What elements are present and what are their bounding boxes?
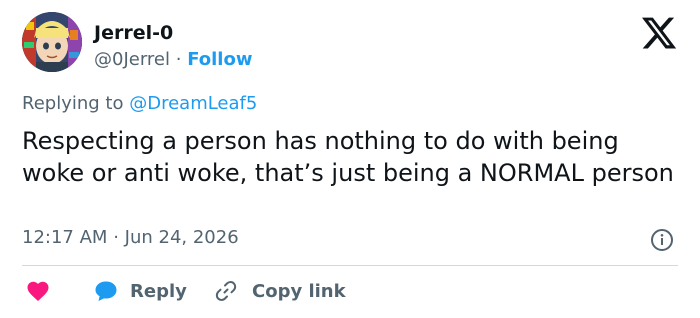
author-handle[interactable]: @0Jerrel — [94, 49, 170, 70]
replying-to-mention[interactable]: @DreamLeaf5 — [129, 93, 257, 114]
avatar[interactable] — [22, 12, 82, 72]
follow-button[interactable]: Follow — [187, 49, 252, 70]
reply-bubble-icon — [95, 281, 117, 301]
timestamp-separator: · — [113, 227, 119, 248]
author-handle-row: @0Jerrel · Follow — [94, 49, 252, 70]
reply-label: Reply — [130, 280, 187, 302]
tweet-text: Respecting a person has nothing to do wi… — [22, 127, 674, 187]
replying-to: Replying to @DreamLeaf5 — [22, 93, 257, 114]
avatar-image — [22, 12, 82, 72]
tweet-date: Jun 24, 2026 — [124, 227, 239, 248]
heart-icon[interactable] — [26, 280, 50, 302]
copy-link-label: Copy link — [252, 280, 346, 302]
copy-link-button[interactable]: Copy link — [214, 276, 346, 306]
replying-to-prefix: Replying to — [22, 93, 124, 114]
tweet-time: 12:17 AM — [22, 227, 108, 248]
tweet-timestamp[interactable]: 12:17 AM · Jun 24, 2026 — [22, 227, 239, 248]
link-icon — [215, 281, 237, 301]
reply-button[interactable]: Reply — [94, 276, 187, 306]
action-bar: Reply Copy link — [22, 276, 682, 306]
author-display-name[interactable]: Jerrel-0 — [94, 22, 173, 44]
divider — [22, 265, 678, 266]
handle-separator: · — [175, 49, 182, 70]
info-icon[interactable] — [650, 228, 674, 252]
x-logo-icon[interactable] — [640, 14, 678, 52]
